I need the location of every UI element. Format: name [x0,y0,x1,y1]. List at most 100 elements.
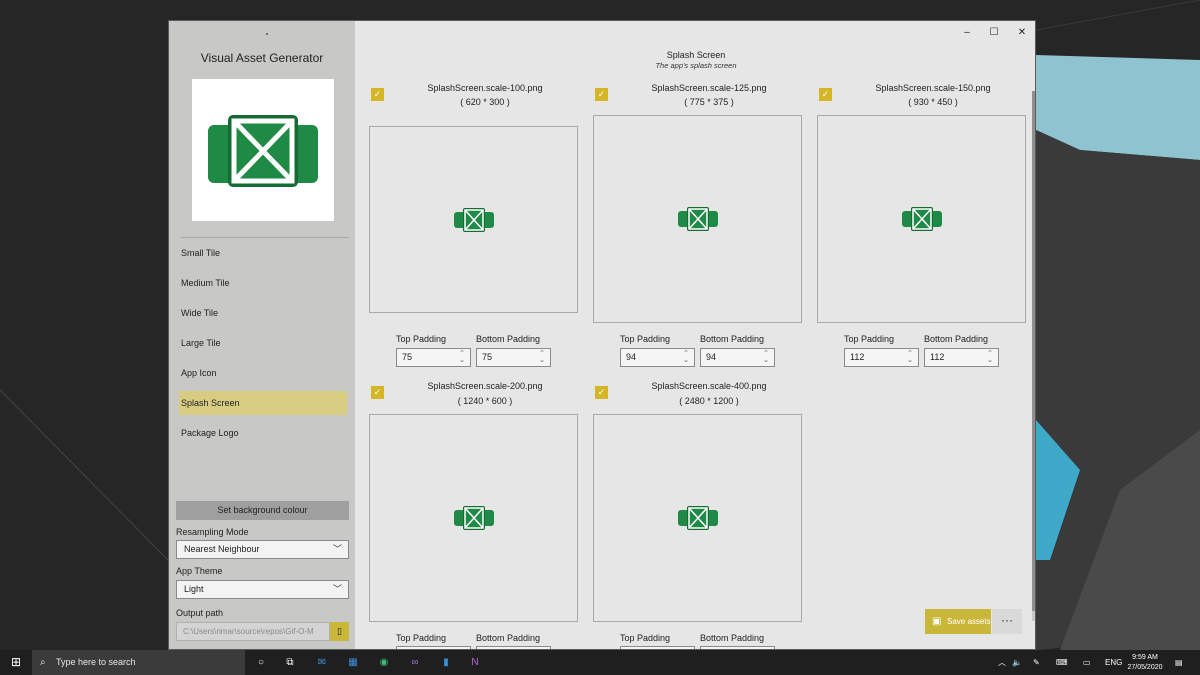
top-padding-label: Top Padding [620,633,671,643]
page-header: Splash Screen The app's splash screen [355,50,1035,70]
bottom-padding-value: 94 [706,352,717,362]
app-logo-icon [678,506,718,530]
asset-name-125: SplashScreen.scale-125.png [651,83,767,93]
asset-name-100: SplashScreen.scale-100.png [427,83,543,93]
chevron-down-icon: ﹀ [332,584,342,594]
bottom-padding-value: 75 [482,352,493,362]
top-padding-stepper[interactable]: 94 ⌃ ⌄ [620,348,695,367]
search-placeholder: Type here to search [56,657,136,667]
asset-dims-125: ( 775 * 375 ) [684,97,734,107]
app-logo-icon [454,208,494,232]
search-icon: ⌕ [40,657,46,668]
asset-preview-400 [593,414,802,622]
phone-app-icon[interactable]: ▮ [437,654,455,671]
taskbar-search[interactable]: ⌕ Type here to search [32,650,245,675]
bottom-padding-stepper[interactable]: 94 ⌃ ⌄ [700,348,775,367]
app-theme-select[interactable]: Light ﹀ [176,580,349,599]
bottom-padding-label: Bottom Padding [924,334,989,344]
asset-preview-200 [369,414,578,622]
stepper-arrows-icon[interactable]: ⌃ ⌄ [539,350,545,364]
chevron-down-icon: ﹀ [332,544,342,554]
asset-checkbox-200[interactable]: ✓ [371,386,384,399]
bottom-padding-value: 112 [930,352,945,362]
sidebar-item-app-icon[interactable]: App Icon [179,361,347,385]
sidebar-item-large-tile[interactable]: Large Tile [179,331,347,355]
chevron-up-icon[interactable]: ︿ [998,650,1006,675]
display-icon[interactable]: ▭ [1083,650,1091,675]
bottom-padding-stepper[interactable]: 112 ⌃ ⌄ [924,348,999,367]
volume-icon[interactable]: 🔈 [1012,650,1022,675]
asset-preview-100 [369,126,578,313]
language-indicator[interactable]: ENG [1105,650,1122,675]
asset-preview-150 [817,115,1026,323]
save-assets-button[interactable]: ▣ Save assets [925,609,991,634]
asset-name-200: SplashScreen.scale-200.png [427,381,543,391]
onenote-icon[interactable]: N [466,654,484,671]
asset-name-400: SplashScreen.scale-400.png [651,381,767,391]
calendar-icon[interactable]: ▦ [344,654,362,671]
asset-preview-125 [593,115,802,323]
stepper-arrows-icon[interactable]: ⌃ ⌄ [683,350,689,364]
resampling-mode-value: Nearest Neighbour [184,544,260,554]
top-padding-label: Top Padding [396,633,447,643]
top-padding-stepper[interactable]: 75 ⌃ ⌄ [396,348,471,367]
sidebar-item-package-logo[interactable]: Package Logo [179,421,347,445]
clock[interactable]: 9:59 AM 27/05/2020 [1124,653,1166,673]
minimize-button[interactable]: – [955,25,979,41]
stepper-arrows-icon[interactable]: ⌃ ⌄ [763,350,769,364]
notifications-icon[interactable]: ▤ [1175,650,1183,675]
scrollbar-thumb[interactable] [1032,91,1035,611]
sidebar-item-wide-tile[interactable]: Wide Tile [179,301,347,325]
asset-checkbox-150[interactable]: ✓ [819,88,832,101]
taskbar: ⊞ ⌕ Type here to search ○ ⧉ ✉ ▦ ◉ ∞ ▮ N … [0,650,1200,675]
more-options-button[interactable]: ··· [992,609,1022,634]
set-background-colour-button[interactable]: Set background colour [176,501,349,520]
bottom-padding-label: Bottom Padding [476,633,541,643]
asset-checkbox-100[interactable]: ✓ [371,88,384,101]
clock-time: 9:59 AM [1132,654,1158,661]
top-padding-value: 112 [850,352,865,362]
sidebar: Visual Asset Generator Small Tile Medium… [169,21,355,649]
sidebar-divider [181,237,349,238]
top-padding-label: Top Padding [620,334,671,344]
top-padding-value: 94 [626,352,637,362]
main-content: Splash Screen The app's splash screen ✓ … [355,41,1035,649]
close-button[interactable]: ✕ [1010,25,1034,41]
page-title: Splash Screen [666,50,726,60]
bottom-padding-stepper[interactable]: 75 ⌃ ⌄ [476,348,551,367]
asset-dims-100: ( 620 * 300 ) [460,97,510,107]
sidebar-item-medium-tile[interactable]: Medium Tile [179,271,347,295]
cortana-icon[interactable]: ○ [252,654,270,671]
app-logo-icon [902,207,942,231]
stepper-arrows-icon[interactable]: ⌃ ⌄ [987,350,993,364]
top-padding-label: Top Padding [844,334,895,344]
resampling-mode-select[interactable]: Nearest Neighbour ﹀ [176,540,349,559]
windows-start-icon[interactable]: ⊞ [0,650,32,675]
top-padding-stepper[interactable]: 112 ⌃ ⌄ [844,348,919,367]
visual-studio-icon[interactable]: ∞ [406,654,424,671]
mail-icon[interactable]: ✉ [313,654,331,671]
clock-date: 27/05/2020 [1127,664,1163,671]
app-logo-icon [208,115,318,187]
asset-checkbox-125[interactable]: ✓ [595,88,608,101]
app-theme-value: Light [184,584,204,594]
stepper-arrows-icon[interactable]: ⌃ ⌄ [459,350,465,364]
asset-name-150: SplashScreen.scale-150.png [875,83,991,93]
stepper-arrows-icon[interactable]: ⌃ ⌄ [907,350,913,364]
sidebar-item-small-tile[interactable]: Small Tile [179,241,347,265]
asset-checkbox-400[interactable]: ✓ [595,386,608,399]
keyboard-icon[interactable]: ⌨ [1056,650,1068,675]
save-icon: ▣ [932,616,942,627]
sidebar-item-splash-screen[interactable]: Splash Screen [179,391,347,415]
app-theme-label: App Theme [176,566,223,576]
task-view-icon[interactable]: ⧉ [281,654,299,671]
maximize-button[interactable]: ☐ [982,25,1006,41]
browse-folder-button[interactable]: ▯ [330,622,349,641]
bottom-padding-label: Bottom Padding [476,334,541,344]
pen-icon[interactable]: ✎ [1033,650,1040,675]
app-title: Visual Asset Generator [200,51,324,65]
app-logo-icon [454,506,494,530]
app-logo-icon [678,207,718,231]
output-path-field[interactable]: C:\Users\rimar\source\repos\Gif-O-M [176,622,330,641]
edge-browser-icon[interactable]: ◉ [375,654,393,671]
